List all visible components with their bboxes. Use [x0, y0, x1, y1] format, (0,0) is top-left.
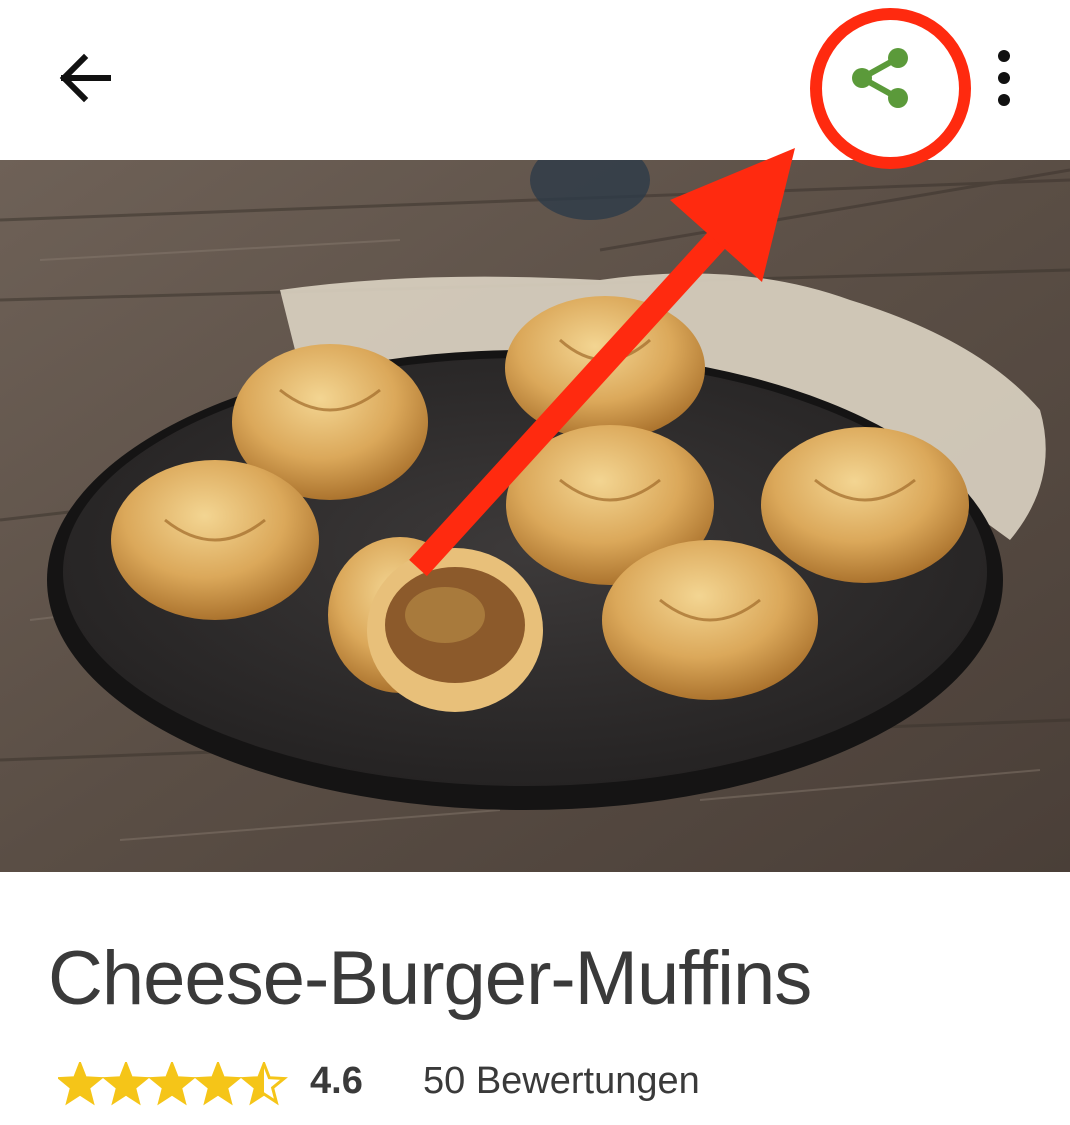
back-button[interactable]	[48, 42, 120, 114]
share-button[interactable]	[842, 40, 918, 116]
rating-stars	[58, 1062, 288, 1106]
share-icon	[852, 48, 908, 108]
star-icon	[194, 1062, 242, 1106]
recipe-image-carousel[interactable]	[0, 160, 1070, 872]
recipe-photo	[0, 160, 1070, 872]
top-app-bar	[0, 0, 1070, 160]
rating-value: 4.6	[310, 1060, 363, 1102]
more-options-button[interactable]	[984, 46, 1024, 110]
star-icon	[102, 1062, 150, 1106]
rating-count: 50 Bewertungen	[423, 1060, 700, 1102]
rating-row[interactable]: 4.6 50 Bewertungen	[58, 1058, 1058, 1112]
recipe-title: Cheese-Burger-Muffins	[48, 936, 812, 1021]
arrow-left-icon	[59, 53, 111, 103]
star-icon	[240, 1062, 288, 1106]
star-icon	[148, 1062, 196, 1106]
more-vert-icon	[998, 50, 1010, 106]
star-icon	[58, 1062, 104, 1106]
